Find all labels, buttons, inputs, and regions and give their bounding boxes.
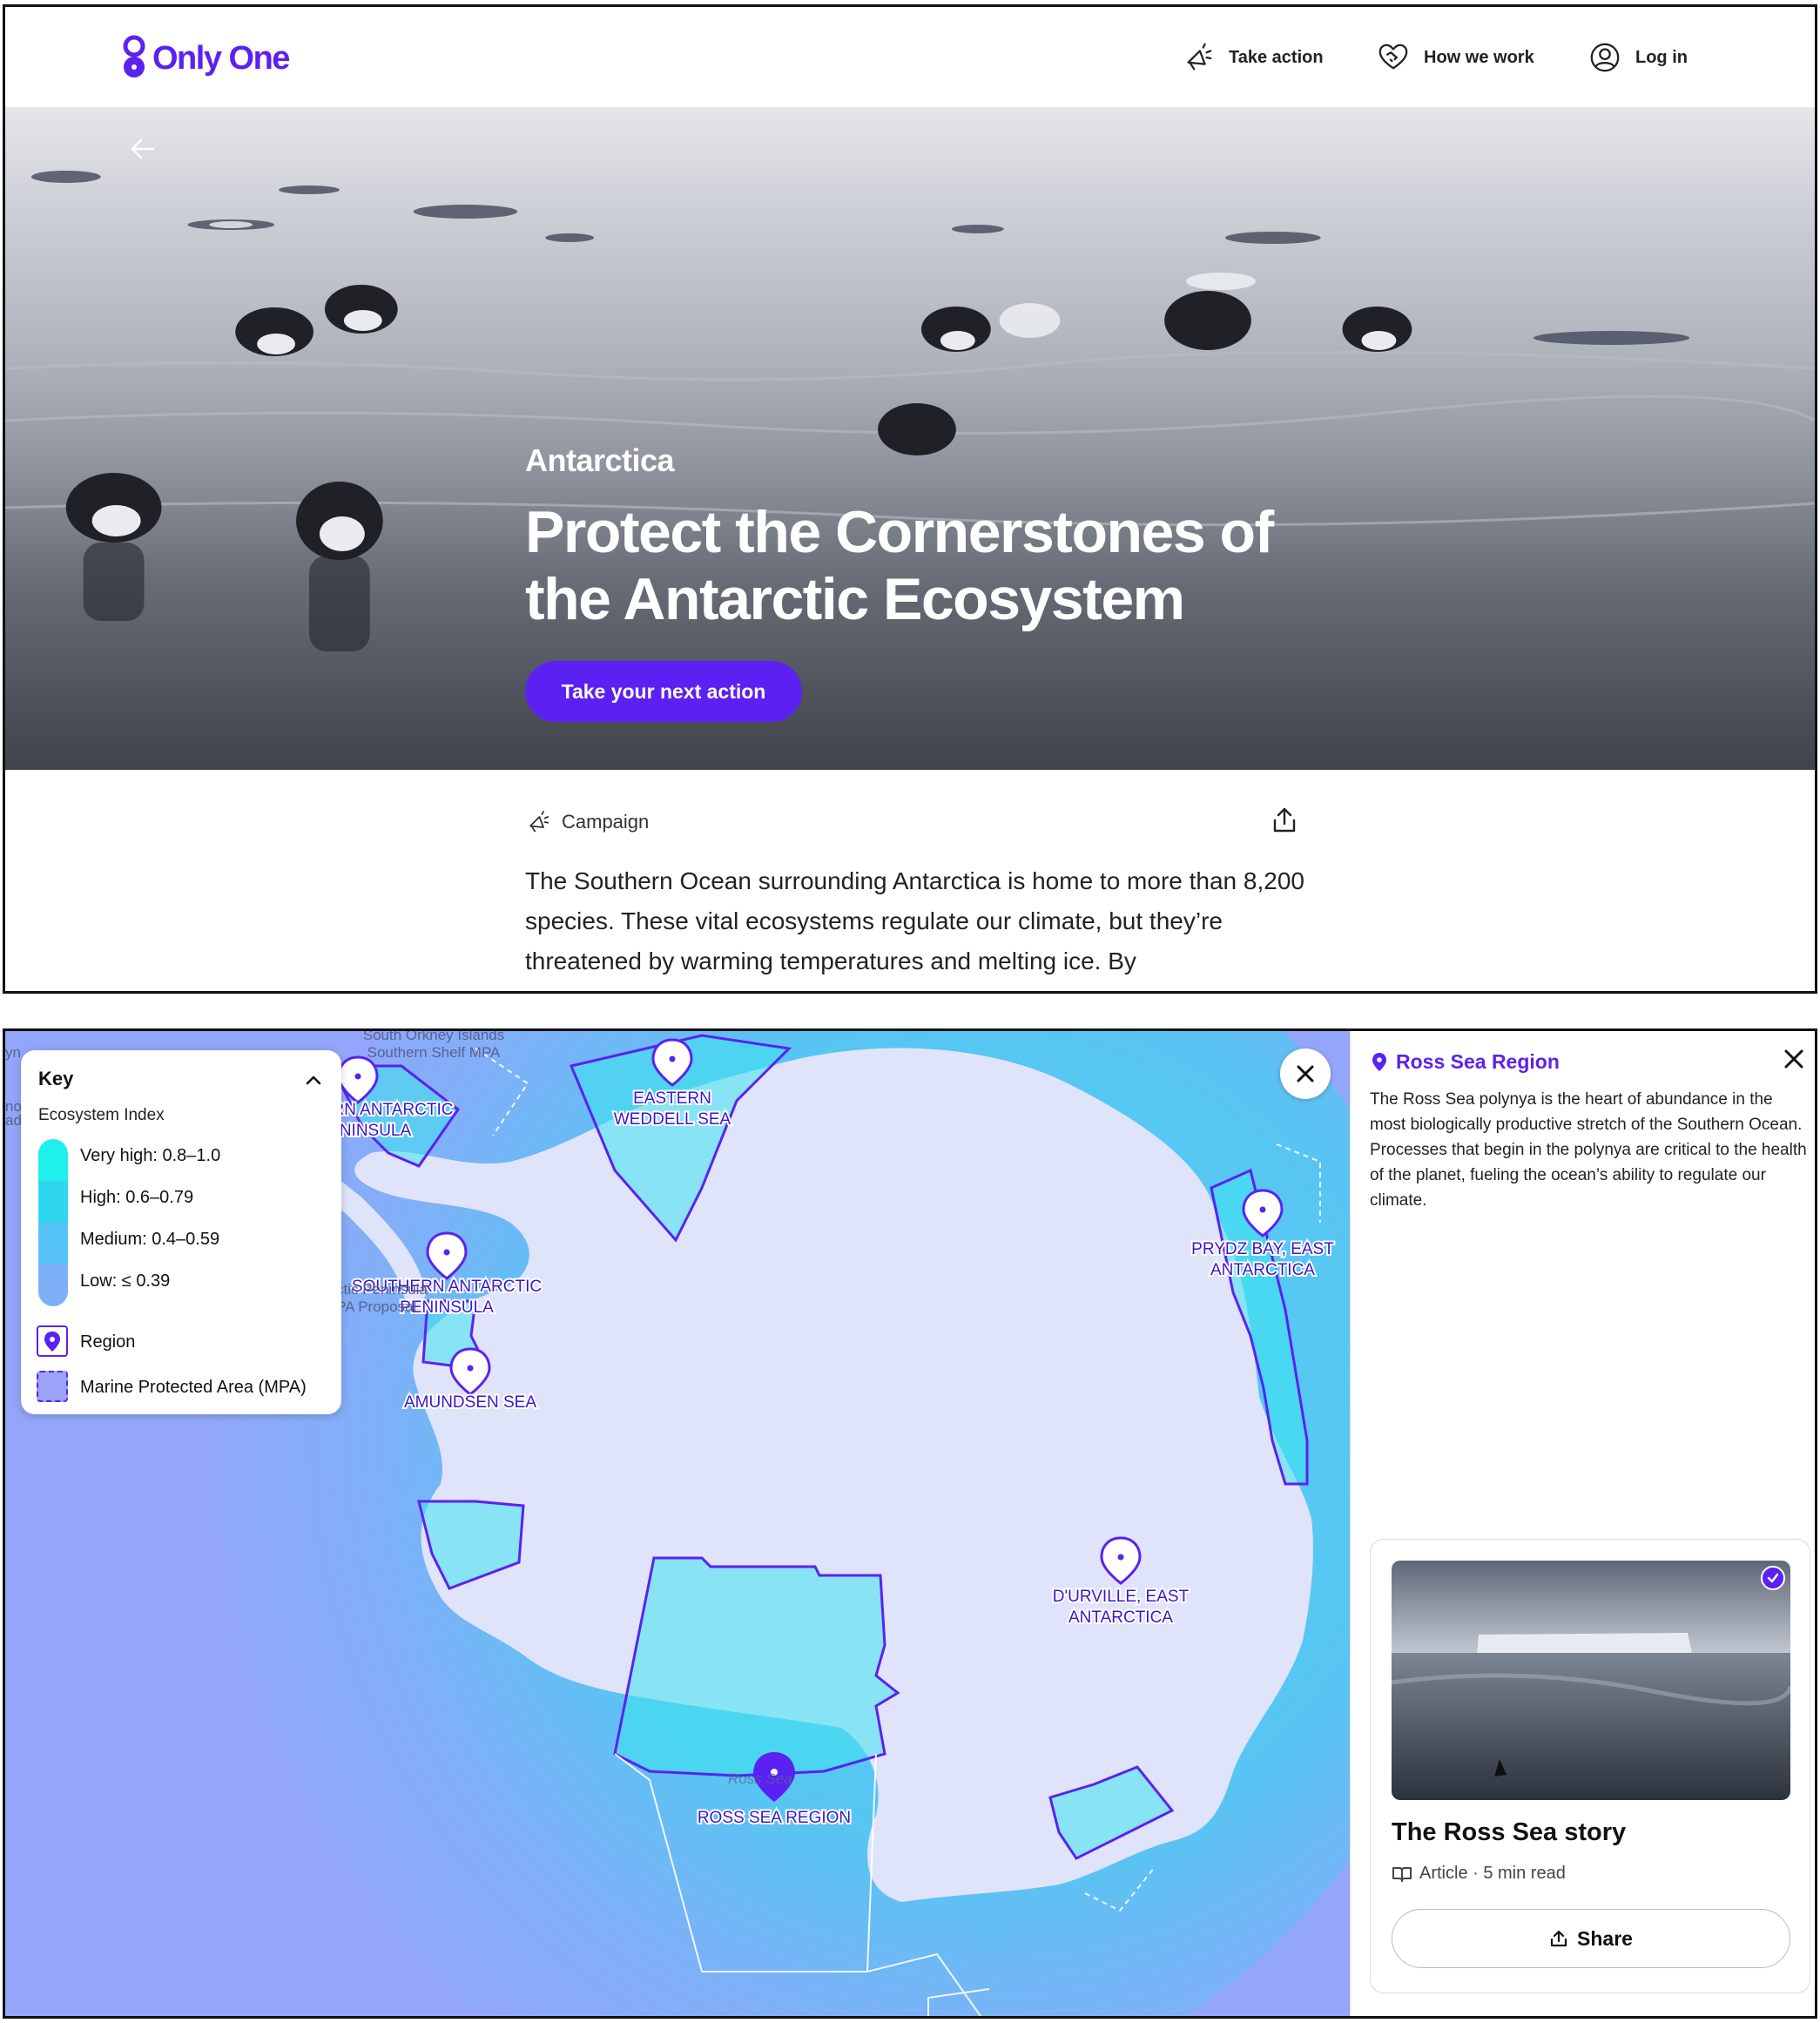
region-title: Ross Sea Region xyxy=(1396,1050,1560,1073)
book-icon xyxy=(1392,1866,1412,1882)
story-card[interactable]: The Ross Sea story Article · 5 min read … xyxy=(1370,1539,1810,1993)
label-durville-2: ANTARCTICA xyxy=(1068,1608,1173,1627)
campaign-intro-text: The Southern Ocean surrounding Antarctic… xyxy=(525,867,1304,974)
map-view: ROSS SEA REGION AMUNDSEN SEA SOUTHERN AN… xyxy=(3,1028,1817,2019)
nav-log-in-label: Log in xyxy=(1635,47,1688,67)
close-icon xyxy=(1297,1065,1314,1082)
label-ross-sea: ROSS SEA REGION xyxy=(698,1809,851,1827)
label-edge-1: yn xyxy=(5,1044,21,1061)
share-button-label: Share xyxy=(1577,1926,1633,1950)
region-header: Ross Sea Region xyxy=(1370,1050,1560,1074)
antarctica-map[interactable]: ROSS SEA REGION AMUNDSEN SEA SOUTHERN AN… xyxy=(5,1031,1350,2016)
region-detail-panel: Ross Sea Region The Ross Sea polynya is … xyxy=(1350,1031,1815,2016)
hero-penguins-photo xyxy=(5,171,1815,651)
scale-low xyxy=(38,1264,68,1306)
hero-banner: Antarctica Protect the Cornerstones of t… xyxy=(5,107,1815,770)
campaign-page: Only One Take action How we work Log in xyxy=(3,4,1817,994)
story-title[interactable]: The Ross Sea story xyxy=(1392,1818,1626,1847)
label-durville-1: D'URVILLE, EAST xyxy=(1053,1588,1190,1606)
region-marker-icon xyxy=(37,1325,68,1357)
region-description: The Ross Sea polynya is the heart of abu… xyxy=(1370,1090,1807,1210)
map-close-button[interactable] xyxy=(1280,1049,1331,1099)
label-weddell-2: WEDDELL SEA xyxy=(614,1110,731,1129)
legend-medium: Medium: 0.4–0.59 xyxy=(80,1230,220,1249)
hero-eyebrow: Antarctica xyxy=(525,442,675,478)
story-meta-text: Article · 5 min read xyxy=(1419,1864,1566,1883)
legend-subtitle: Ecosystem Index xyxy=(38,1106,165,1124)
legend-low: Low: ≤ 0.39 xyxy=(80,1271,171,1291)
map-legend: Key Ecosystem Index Very high: 0.8–1.0 H… xyxy=(21,1050,341,1414)
legend-title: Key xyxy=(38,1068,74,1089)
logo[interactable]: Only One xyxy=(121,33,290,84)
label-orkney-2: Southern Shelf MPA xyxy=(367,1044,501,1061)
campaign-content: Campaign The Southern Ocean surrounding … xyxy=(5,770,1815,991)
nav-how-we-work[interactable]: How we work xyxy=(1377,40,1534,75)
close-icon[interactable] xyxy=(1780,1045,1808,1073)
hero-title: Protect the Cornerstones of the Antarcti… xyxy=(525,499,1274,632)
legend-color-scale xyxy=(38,1139,68,1306)
nav-how-we-work-label: How we work xyxy=(1424,47,1534,67)
story-thumbnail[interactable] xyxy=(1392,1561,1790,1800)
scale-medium xyxy=(38,1223,68,1264)
share-icon[interactable] xyxy=(1269,805,1300,836)
top-navbar: Only One Take action How we work Log in xyxy=(5,7,1815,107)
ross-sea-photo xyxy=(1392,1561,1790,1800)
check-badge-icon xyxy=(1761,1566,1785,1590)
label-prydz-2: ANTARCTICA xyxy=(1210,1261,1315,1279)
campaign-tag-row: Campaign xyxy=(525,805,1300,840)
nav-log-in[interactable]: Log in xyxy=(1588,40,1688,75)
mpa-swatch-icon xyxy=(37,1371,68,1402)
campaign-tag-label: Campaign xyxy=(562,811,650,833)
nav-take-action-label: Take action xyxy=(1229,47,1324,67)
story-meta: Article · 5 min read xyxy=(1392,1864,1566,1884)
label-orkney-1: South Orkney Islands xyxy=(363,1031,505,1043)
megaphone-icon xyxy=(529,811,549,833)
label-ross-faint: Ross Sea xyxy=(728,1770,792,1787)
logo-mark-icon xyxy=(123,35,145,78)
legend-region: Region xyxy=(80,1332,136,1352)
megaphone-icon xyxy=(1187,43,1212,71)
label-amundsen: AMUNDSEN SEA xyxy=(404,1393,536,1412)
take-next-action-button[interactable]: Take your next action xyxy=(525,661,802,722)
label-weddell-1: EASTERN xyxy=(633,1089,711,1108)
label-prydz-1: PRYDZ BAY, EAST xyxy=(1191,1240,1334,1258)
back-arrow-icon[interactable] xyxy=(127,133,158,165)
handshake-heart-icon xyxy=(1378,44,1408,70)
label-north-peninsula-1: RN ANTARCTIC xyxy=(333,1101,454,1119)
scale-very-high xyxy=(38,1139,68,1181)
label-peninsula-proposal-1: ctic Peninsula xyxy=(336,1281,428,1298)
label-north-peninsula-2: NINSULA xyxy=(340,1122,412,1140)
logo-text: Only One xyxy=(152,39,290,77)
label-peninsula-proposal-2: PA Proposal xyxy=(336,1298,416,1315)
label-edge-3: ad xyxy=(5,1112,22,1129)
nav-take-action[interactable]: Take action xyxy=(1182,40,1324,75)
location-pin-icon xyxy=(1372,1052,1386,1071)
user-circle-icon xyxy=(1590,43,1620,72)
region-outline-ross xyxy=(613,1556,900,1777)
share-button[interactable]: Share xyxy=(1392,1909,1790,1968)
share-icon xyxy=(1550,1930,1567,1947)
chevron-up-icon[interactable] xyxy=(301,1068,326,1092)
legend-high: High: 0.6–0.79 xyxy=(80,1188,194,1207)
legend-very-high: Very high: 0.8–1.0 xyxy=(80,1146,221,1165)
legend-mpa: Marine Protected Area (MPA) xyxy=(80,1378,307,1397)
scale-high xyxy=(38,1181,68,1223)
